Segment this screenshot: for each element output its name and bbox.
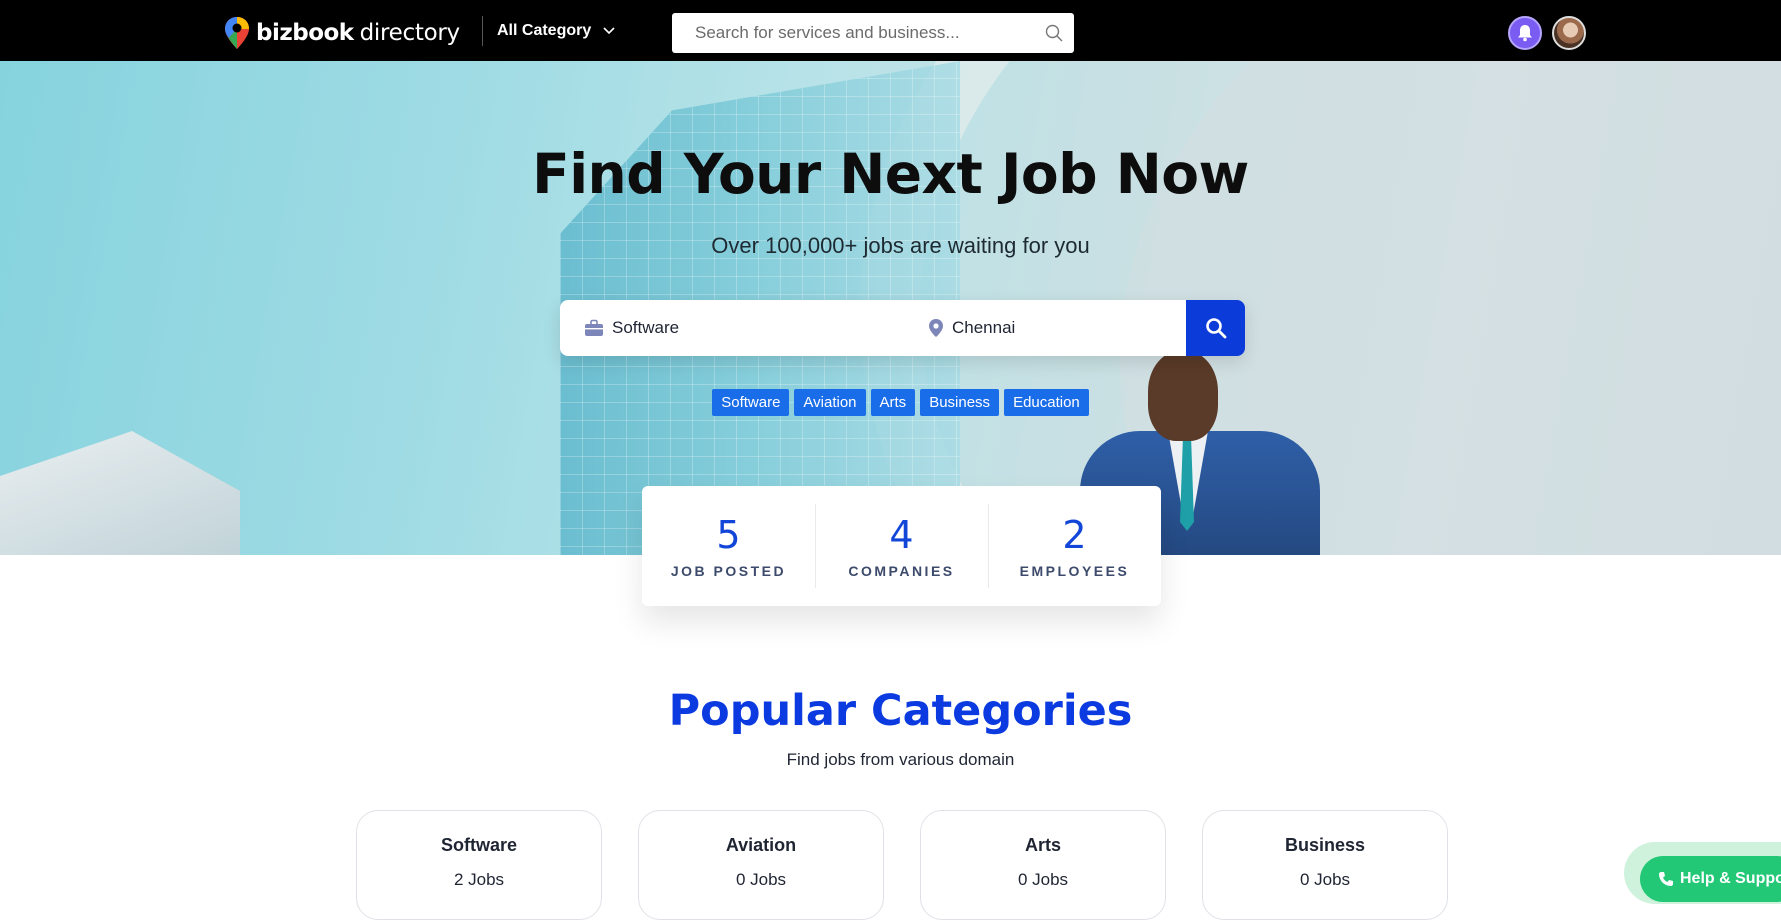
notifications-button[interactable]: [1508, 16, 1542, 50]
logo-text-sub: directory: [359, 20, 461, 46]
hero-bg-roof: [0, 431, 240, 555]
help-support-button[interactable]: Help & Support: [1640, 856, 1781, 902]
business-search-input[interactable]: [672, 14, 1034, 52]
stat-value: 2: [1062, 513, 1087, 557]
chevron-down-icon: [603, 27, 615, 35]
category-job-count: 0 Jobs: [1299, 870, 1351, 889]
job-location-field: [928, 300, 1228, 356]
logo-text-main: bizbook: [256, 20, 354, 46]
category-label: All Category: [497, 22, 592, 39]
tag-software[interactable]: Software: [712, 389, 790, 416]
tag-business[interactable]: Business: [920, 389, 1000, 416]
job-search-button[interactable]: [1186, 300, 1245, 356]
hero-subtitle: Over 100,000+ jobs are waiting for you: [711, 233, 1090, 258]
category-card-arts[interactable]: Arts 0 Jobs: [920, 810, 1166, 920]
tag-education[interactable]: Education: [1004, 389, 1089, 416]
location-pin-icon: [929, 319, 943, 337]
map-pin-icon: [225, 17, 249, 49]
stat-label: COMPANIES: [848, 563, 955, 579]
popular-tags: Software Aviation Arts Business Educatio…: [0, 389, 1781, 416]
briefcase-icon: [585, 319, 603, 336]
all-category-dropdown[interactable]: All Category: [497, 18, 615, 44]
job-search-form: [560, 300, 1245, 356]
stat-employees: 2 EMPLOYEES: [988, 486, 1161, 606]
stat-label: JOB POSTED: [670, 563, 787, 579]
stat-companies: 4 COMPANIES: [815, 486, 988, 606]
stat-job-posted: 5 JOB POSTED: [642, 486, 815, 606]
stat-label: EMPLOYEES: [1019, 563, 1130, 579]
category-job-count: 2 Jobs: [453, 870, 505, 889]
help-support-label: Help & Support: [1680, 870, 1781, 887]
user-avatar[interactable]: [1552, 16, 1586, 50]
tag-aviation[interactable]: Aviation: [794, 389, 866, 416]
stat-value: 5: [716, 513, 741, 557]
hero-title: Find Your Next Job Now: [532, 142, 1249, 206]
top-navbar: bizbook directory All Category: [0, 0, 1781, 61]
site-logo[interactable]: bizbook directory: [224, 16, 460, 50]
phone-icon: [1659, 872, 1673, 886]
top-search-bar: [672, 13, 1074, 53]
popular-categories-subtitle: Find jobs from various domain: [786, 750, 1015, 769]
category-job-count: 0 Jobs: [735, 870, 787, 889]
job-keyword-field: [584, 300, 904, 356]
category-job-count: 0 Jobs: [1017, 870, 1069, 889]
stat-value: 4: [889, 513, 914, 557]
category-name: Arts: [1024, 835, 1061, 855]
category-cards: Software 2 Jobs Aviation 0 Jobs Arts 0 J…: [356, 810, 1449, 920]
stats-card: 5 JOB POSTED 4 COMPANIES 2 EMPLOYEES: [642, 486, 1161, 606]
search-icon[interactable]: [1034, 24, 1074, 42]
popular-categories-title: Popular Categories: [668, 686, 1133, 736]
nav-divider: [482, 16, 483, 46]
tag-arts[interactable]: Arts: [870, 389, 916, 416]
category-card-business[interactable]: Business 0 Jobs: [1202, 810, 1448, 920]
bell-icon: [1518, 25, 1532, 42]
job-keyword-input[interactable]: [612, 308, 833, 348]
job-location-input[interactable]: [952, 308, 1173, 348]
category-name: Business: [1284, 835, 1366, 855]
category-name: Aviation: [725, 835, 797, 855]
category-card-aviation[interactable]: Aviation 0 Jobs: [638, 810, 884, 920]
search-icon: [1205, 318, 1226, 339]
category-card-software[interactable]: Software 2 Jobs: [356, 810, 602, 920]
category-name: Software: [440, 835, 518, 855]
